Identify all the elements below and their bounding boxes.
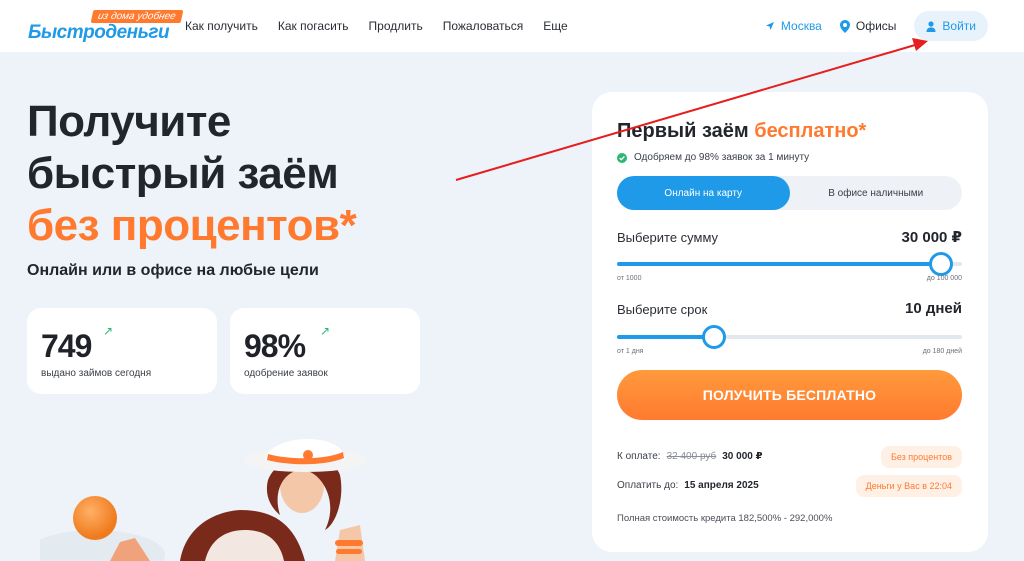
logo[interactable]: из дома удобнее Быстроденьги xyxy=(28,10,184,44)
approval-note: Одобряем до 98% заявок за 1 минуту xyxy=(617,152,809,163)
nav-extend[interactable]: Продлить xyxy=(369,19,423,33)
main-nav: Как получить Как погасить Продлить Пожал… xyxy=(185,0,568,52)
amount-slider-fill xyxy=(617,262,942,266)
due-label: Оплатить до: xyxy=(617,480,679,491)
term-max-label: до 180 дней xyxy=(922,348,962,355)
get-free-loan-button[interactable]: ПОЛУЧИТЬ БЕСПЛАТНО xyxy=(617,370,962,420)
payment-summary: К оплате: 32 400 руб 30 000 ₽ xyxy=(617,451,763,462)
hero-subtitle: Онлайн или в офисе на любые цели xyxy=(27,262,319,279)
pay-label: К оплате: xyxy=(617,451,661,462)
term-min-label: от 1 дня xyxy=(617,348,644,355)
term-value: 10 дней xyxy=(905,300,962,317)
money-time-badge: Деньги у Вас в 22:04 xyxy=(855,475,962,497)
due-summary: Оплатить до: 15 апреля 2025 xyxy=(617,480,759,491)
hero-title-line2: быстрый заём xyxy=(27,149,339,198)
amount-label: Выберите сумму xyxy=(617,230,719,245)
full-credit-cost: Полная стоимость кредита 182,500% - 292,… xyxy=(617,513,833,524)
offices-label: Офисы xyxy=(855,19,897,33)
city-selector[interactable]: Москва xyxy=(765,19,822,33)
login-label: Войти xyxy=(942,19,976,33)
amount-min-label: от 1000 xyxy=(617,275,642,282)
approval-text: Одобряем до 98% заявок за 1 минуту xyxy=(634,152,810,163)
amount-max-label: до 100 000 xyxy=(926,275,962,282)
hero-title: Получите быстрый заём без процентов* xyxy=(27,96,357,252)
trend-up-icon: ↗ xyxy=(103,324,114,338)
term-slider-handle[interactable] xyxy=(701,325,726,349)
check-circle-icon xyxy=(617,152,627,163)
hero-title-line1: Получите xyxy=(27,97,231,146)
term-slider[interactable] xyxy=(617,325,962,349)
amount-slider-handle[interactable] xyxy=(929,252,954,276)
hero-illustration xyxy=(40,430,420,561)
login-button[interactable]: Войти xyxy=(914,11,988,41)
card-title-accent: бесплатно* xyxy=(754,120,867,142)
nav-how-to-get[interactable]: Как получить xyxy=(185,19,258,33)
city-label: Москва xyxy=(780,19,822,33)
nav-more[interactable]: Еще xyxy=(543,19,567,33)
loan-calculator-card: Первый заём бесплатно* Одобряем до 98% з… xyxy=(592,92,988,552)
term-slider-fill xyxy=(617,335,714,339)
hero-title-line3: без процентов* xyxy=(27,201,357,250)
user-icon xyxy=(926,20,936,32)
offices-link[interactable]: Офисы xyxy=(839,19,897,33)
delivery-tabs: Онлайн на карту В офисе наличными xyxy=(617,176,962,210)
stat-card-approval: 98% ↗ одобрение заявок xyxy=(230,308,420,394)
header-actions: Москва Офисы Войти xyxy=(765,10,988,42)
tab-office-cash[interactable]: В офисе наличными xyxy=(790,176,963,210)
nav-complain[interactable]: Пожаловаться xyxy=(443,19,524,33)
pay-old-amount: 32 400 руб xyxy=(666,451,717,462)
due-date: 15 апреля 2025 xyxy=(684,480,759,491)
nav-how-to-repay[interactable]: Как погасить xyxy=(278,19,349,33)
stat-value: 749 xyxy=(41,328,92,364)
stat-card-loans: 749 ↗ выдано займов сегодня xyxy=(27,308,217,394)
no-interest-badge: Без процентов xyxy=(880,446,962,468)
stat-label: выдано займов сегодня xyxy=(41,368,152,379)
location-arrow-icon xyxy=(765,21,775,31)
term-label: Выберите срок xyxy=(617,302,708,317)
amount-slider[interactable] xyxy=(617,252,962,276)
card-title: Первый заём бесплатно* xyxy=(617,120,866,143)
amount-value: 30 000 ₽ xyxy=(901,229,962,246)
stat-label: одобрение заявок xyxy=(244,368,328,379)
trend-up-icon: ↗ xyxy=(320,324,331,338)
site-header: из дома удобнее Быстроденьги Как получит… xyxy=(0,0,1024,52)
map-pin-icon xyxy=(839,19,850,33)
logo-text: Быстроденьги xyxy=(28,22,170,43)
pay-new-amount: 30 000 ₽ xyxy=(722,451,763,462)
tab-online-card[interactable]: Онлайн на карту xyxy=(617,176,790,210)
stat-value: 98% xyxy=(244,328,306,364)
card-title-main: Первый заём xyxy=(617,120,755,142)
